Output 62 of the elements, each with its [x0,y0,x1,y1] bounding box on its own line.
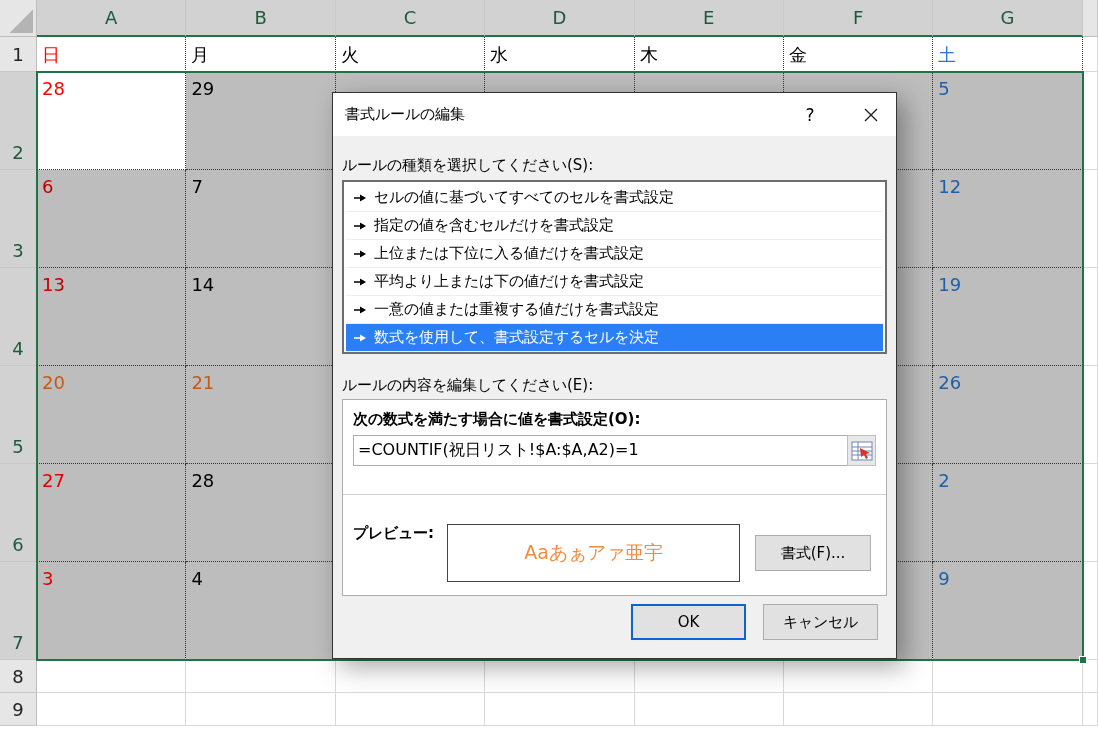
table-cell: 13 [37,268,187,366]
table-cell: 27 [37,464,187,562]
select-all-corner[interactable] [0,0,37,37]
row-header[interactable]: 7 [0,562,37,660]
row-header[interactable]: 9 [0,693,37,726]
table-cell: 5 [933,72,1083,170]
formula-field[interactable]: =COUNTIF(祝日リスト!$A:$A,A2)=1 [353,435,847,466]
table-cell: 26 [933,366,1083,464]
edit-rule-label: ルールの内容を編集してください(E): [342,376,594,395]
row-header[interactable]: 4 [0,268,37,366]
row-header[interactable]: 3 [0,170,37,268]
table-cell: 20 [37,366,187,464]
rule-type-item[interactable]: 上位または下位に入る値だけを書式設定 [346,240,883,268]
rule-type-item[interactable]: 平均より上または下の値だけを書式設定 [346,268,883,296]
table-cell: 12 [933,170,1083,268]
ok-button[interactable]: OK [631,604,746,640]
rule-type-item[interactable]: 数式を使用して、書式設定するセルを決定 [346,324,883,352]
column-header[interactable]: B [186,0,336,37]
table-cell: 水 [485,37,635,72]
table-cell: 月 [186,37,336,72]
row-header[interactable]: 2 [0,72,37,170]
column-header[interactable]: D [485,0,635,37]
range-picker-button[interactable] [847,435,876,466]
table-cell: 土 [933,37,1083,72]
column-header[interactable]: C [335,0,486,37]
rule-type-label: ルールの種類を選択してください(S): [342,156,594,175]
row-header[interactable]: 1 [0,37,37,72]
table-cell: 19 [933,268,1083,366]
table-cell: 火 [335,37,486,72]
preview-label: プレビュー: [353,524,435,543]
arrow-icon [354,305,366,314]
arrow-icon [354,221,366,230]
row-header[interactable]: 8 [0,660,37,693]
row-header[interactable]: 6 [0,464,37,562]
column-header[interactable]: A [37,0,187,37]
table-cell: 3 [37,562,187,660]
close-icon [863,106,879,123]
table-cell [1082,693,1098,726]
table-cell: 金 [783,37,934,72]
formula-label: 次の数式を満たす場合に値を書式設定(O): [353,410,641,429]
column-header[interactable]: G [933,0,1083,37]
rule-type-item[interactable]: セルの値に基づいてすべてのセルを書式設定 [346,184,883,212]
column-header[interactable]: F [783,0,934,37]
help-button[interactable]: ? [790,94,830,135]
table-cell: 29 [186,72,336,170]
table-cell [1082,37,1098,72]
table-cell: 9 [933,562,1083,660]
arrow-icon [354,249,366,258]
table-cell: 木 [634,37,784,72]
cancel-button[interactable]: キャンセル [763,604,878,640]
arrow-icon [354,333,366,342]
column-header[interactable]: E [634,0,784,37]
preview-box: Aaあぁアァ亜宇 [447,524,740,582]
arrow-icon [354,193,366,202]
arrow-icon [354,277,366,286]
format-button[interactable]: 書式(F)... [755,535,871,571]
table-cell: 日 [37,37,187,72]
table-cell: 2 [933,464,1083,562]
row-header[interactable]: 5 [0,366,37,464]
window-title: 書式ルールの編集 [345,105,466,124]
rule-type-item[interactable]: 指定の値を含むセルだけを書式設定 [346,212,883,240]
table-cell: 6 [37,170,187,268]
